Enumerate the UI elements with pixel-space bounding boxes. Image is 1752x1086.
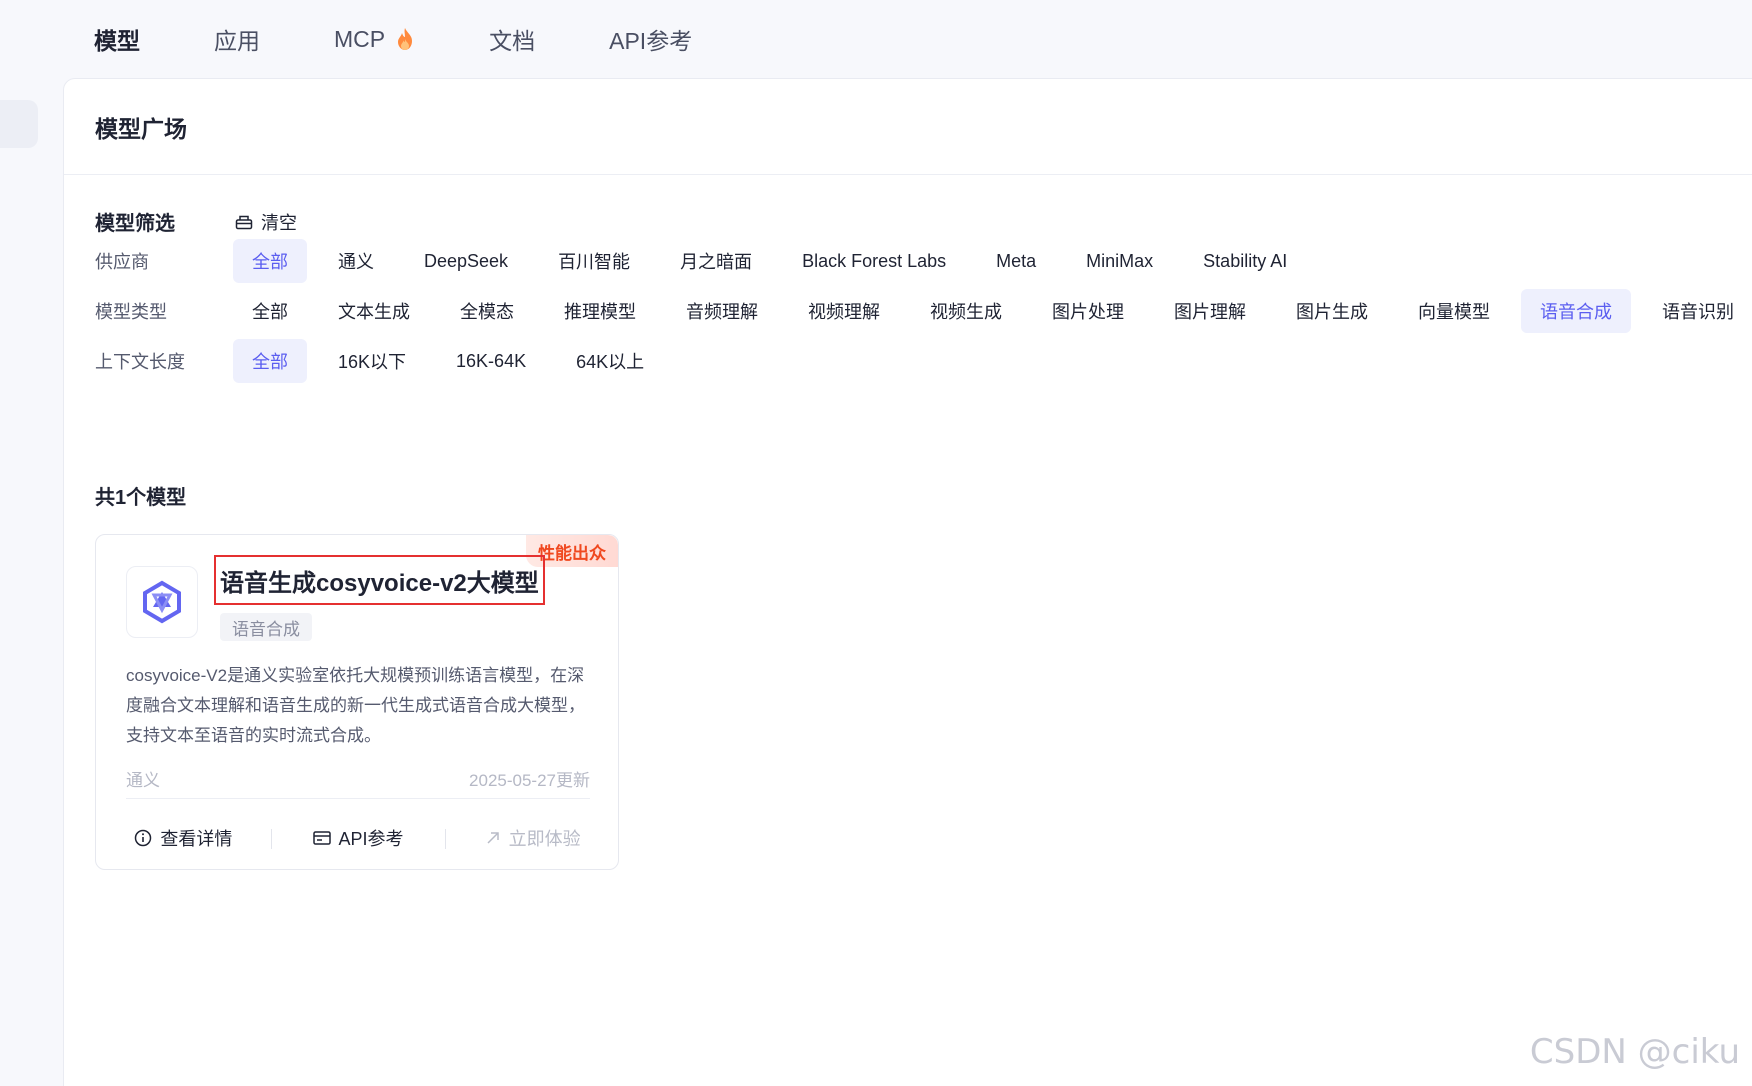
model-card[interactable]: 性能出众 语音生成cosyvoice-v2大模型 语音合成 cosyvoice-… bbox=[95, 534, 619, 870]
main-panel: 模型广场 模型筛选 清空 供应商 全部 通义 DeepSeek 百川智能 月之暗面 Bla… bbox=[63, 78, 1752, 1086]
model-type-filter-chip[interactable]: 音频理解 bbox=[667, 289, 777, 333]
clear-broom-icon bbox=[235, 215, 253, 229]
context-length-filter-chip[interactable]: 16K-64K bbox=[437, 339, 545, 383]
panel-header: 模型广场 bbox=[64, 79, 1752, 175]
clear-label: 清空 bbox=[261, 212, 297, 233]
nav-tab-api-reference[interactable]: API参考 bbox=[609, 22, 692, 56]
filter-row-label: 上下文长度 bbox=[95, 352, 185, 372]
model-provider: 通义 bbox=[126, 771, 160, 790]
provider-filter-chip[interactable]: Black Forest Labs bbox=[783, 239, 965, 283]
nav-tab-label: 模型 bbox=[94, 28, 140, 54]
try-now-button[interactable]: 立即体验 bbox=[445, 825, 618, 851]
arrow-up-right-icon bbox=[487, 832, 499, 844]
flame-icon bbox=[398, 28, 413, 50]
model-meta: 通义 2025-05-27更新 bbox=[126, 759, 590, 799]
filter-row-model-type: 模型类型 全部 文本生成 全模态 推理模型 音频理解 视频理解 视频生成 图片处理 图片理解 图片… bbox=[95, 289, 1752, 333]
api-reference-label: API参考 bbox=[338, 829, 404, 849]
model-type-filter-chip[interactable]: 语音识别 bbox=[1643, 289, 1752, 333]
context-length-filter-chip[interactable]: 全部 bbox=[233, 339, 307, 383]
api-reference-button[interactable]: API参考 bbox=[270, 825, 446, 851]
model-category-tag: 语音合成 bbox=[220, 613, 312, 641]
nav-tab-models[interactable]: 模型 bbox=[94, 22, 140, 56]
model-type-filter-chip[interactable]: 推理模型 bbox=[545, 289, 655, 333]
info-icon bbox=[135, 829, 152, 847]
model-description: cosyvoice-V2是通义实验室依托大规模预训练语言模型，在深度融合文本理解… bbox=[126, 666, 585, 745]
model-logo bbox=[126, 566, 198, 638]
provider-filter-chip[interactable]: Meta bbox=[977, 239, 1055, 283]
filter-row-label: 供应商 bbox=[95, 252, 149, 272]
nav-tab-label: MCP bbox=[334, 25, 386, 52]
model-type-filter-chip[interactable]: 语音合成 bbox=[1521, 289, 1631, 333]
provider-filter-chip[interactable]: 全部 bbox=[233, 239, 307, 283]
try-now-label: 立即体验 bbox=[508, 829, 581, 849]
nav-tab-apps[interactable]: 应用 bbox=[214, 22, 260, 56]
view-details-label: 查看详情 bbox=[160, 829, 233, 849]
provider-filter-chip[interactable]: DeepSeek bbox=[405, 239, 527, 283]
sidebar-collapsed-item[interactable] bbox=[0, 100, 38, 148]
model-type-filter-chip[interactable]: 图片生成 bbox=[1277, 289, 1387, 333]
api-card-icon bbox=[312, 831, 331, 845]
watermark: CSDN @ciku bbox=[1529, 1032, 1740, 1072]
nav-tab-label: 文档 bbox=[489, 28, 536, 54]
provider-filter-chip[interactable]: 百川智能 bbox=[539, 239, 649, 283]
model-type-filter-chip[interactable]: 图片理解 bbox=[1155, 289, 1265, 333]
model-type-filter-chip[interactable]: 文本生成 bbox=[319, 289, 429, 333]
provider-filter-chip[interactable]: Stability AI bbox=[1184, 239, 1306, 283]
model-type-filter-chip[interactable]: 视频生成 bbox=[911, 289, 1021, 333]
card-actions: 查看详情 API参考 立即体验 bbox=[96, 807, 618, 869]
tongyi-logo-icon bbox=[143, 580, 181, 624]
provider-filter-chip[interactable]: 月之暗面 bbox=[661, 239, 771, 283]
top-navigation: 模型 应用 MCP 文档 API参考 bbox=[0, 0, 1752, 78]
filter-row-label: 模型类型 bbox=[95, 302, 167, 322]
model-type-filter-chip[interactable]: 图片处理 bbox=[1033, 289, 1143, 333]
provider-options: 全部 通义 DeepSeek 百川智能 月之暗面 Black Forest Labs Met… bbox=[233, 239, 1318, 283]
filter-heading: 模型筛选 bbox=[95, 213, 175, 235]
nav-tab-docs[interactable]: 文档 bbox=[489, 22, 535, 56]
provider-filter-chip[interactable]: MiniMax bbox=[1067, 239, 1172, 283]
view-details-button[interactable]: 查看详情 bbox=[96, 825, 271, 851]
nav-tab-label: 应用 bbox=[214, 28, 260, 54]
filter-row-context-length: 上下文长度 全部 16K以下 16K-64K 64K以上 bbox=[95, 339, 675, 383]
results-count: 共1个模型 bbox=[95, 487, 187, 509]
filter-header: 模型筛选 清空 bbox=[95, 207, 297, 236]
clear-filters-button[interactable]: 清空 bbox=[235, 209, 297, 235]
provider-filter-chip[interactable]: 通义 bbox=[319, 239, 393, 283]
model-type-filter-chip[interactable]: 视频理解 bbox=[789, 289, 899, 333]
model-type-filter-chip[interactable]: 全模态 bbox=[441, 289, 533, 333]
page-title: 模型广场 bbox=[95, 115, 187, 142]
model-type-filter-chip[interactable]: 向量模型 bbox=[1399, 289, 1509, 333]
model-type-options: 全部 文本生成 全模态 推理模型 音频理解 视频理解 视频生成 图片处理 图片理解 图片生成 向量模… bbox=[233, 289, 1752, 333]
nav-tab-mcp[interactable]: MCP bbox=[334, 26, 415, 53]
nav-tab-label: API参考 bbox=[609, 28, 693, 54]
filter-row-provider: 供应商 全部 通义 DeepSeek 百川智能 月之暗面 Black Forest Lab… bbox=[95, 239, 1318, 283]
context-length-filter-chip[interactable]: 64K以上 bbox=[557, 339, 663, 383]
model-type-filter-chip[interactable]: 全部 bbox=[233, 289, 307, 333]
context-length-filter-chip[interactable]: 16K以下 bbox=[319, 339, 425, 383]
model-title[interactable]: 语音生成cosyvoice-v2大模型 bbox=[214, 555, 545, 605]
context-length-options: 全部 16K以下 16K-64K 64K以上 bbox=[233, 339, 675, 383]
model-updated-date: 2025-05-27更新 bbox=[469, 771, 590, 790]
